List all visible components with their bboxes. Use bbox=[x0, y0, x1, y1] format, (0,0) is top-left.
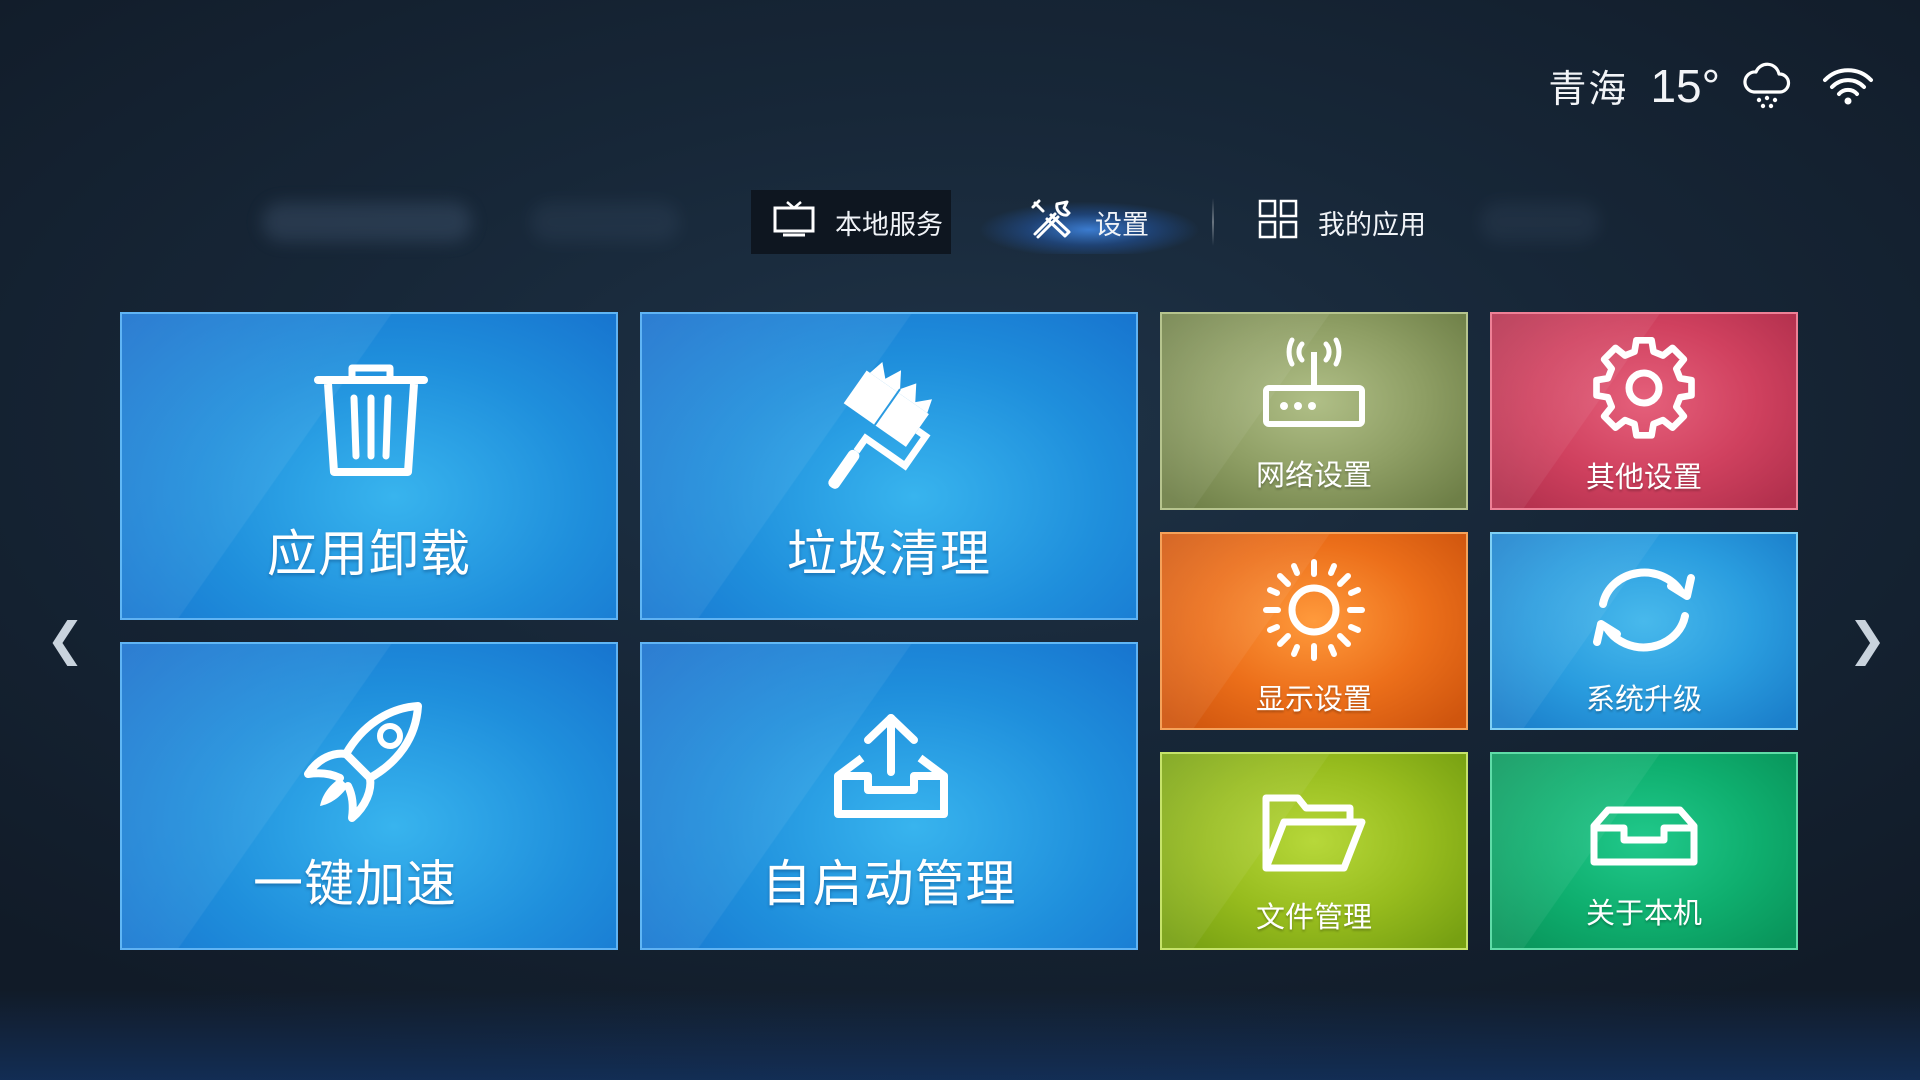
upload-tray-icon bbox=[832, 710, 950, 824]
tile-network-settings[interactable]: 网络设置 bbox=[1160, 312, 1468, 510]
tile-other-settings[interactable]: 其他设置 bbox=[1490, 312, 1798, 510]
page-left-arrow[interactable]: ❮ bbox=[46, 612, 85, 666]
top-nav: 本地服务 设置 我的应用 bbox=[0, 190, 1920, 260]
tile-other-label: 其他设置 bbox=[1585, 460, 1702, 494]
nav-ghost-left-2 bbox=[530, 202, 680, 242]
wifi-icon bbox=[1822, 66, 1874, 106]
tab-local-services[interactable]: 本地服务 bbox=[751, 190, 951, 254]
nav-ghost-right bbox=[1480, 202, 1600, 242]
page-right-arrow[interactable]: ❯ bbox=[1848, 612, 1887, 666]
tile-file-manager[interactable]: 文件管理 bbox=[1160, 752, 1468, 950]
tile-network-label: 网络设置 bbox=[1255, 458, 1372, 492]
tab-settings-label: 设置 bbox=[1095, 209, 1149, 241]
nav-divider bbox=[1212, 198, 1214, 246]
gear-icon bbox=[1492, 336, 1796, 440]
sun-icon bbox=[1162, 558, 1466, 662]
refresh-icon bbox=[1492, 562, 1796, 658]
city-label: 青海 bbox=[1548, 67, 1629, 111]
tile-one-key-boost-label: 一键加速 bbox=[253, 855, 457, 913]
folder-icon bbox=[1162, 792, 1466, 874]
tab-local-label: 本地服务 bbox=[835, 209, 943, 241]
tile-system-upgrade[interactable]: 系统升级 bbox=[1490, 532, 1798, 730]
tile-one-key-boost[interactable]: 一键加速 bbox=[120, 642, 618, 950]
tile-display-settings[interactable]: 显示设置 bbox=[1160, 532, 1468, 730]
status-bar: 青海 15° bbox=[1548, 58, 1874, 113]
tile-app-uninstall[interactable]: 应用卸载 bbox=[120, 312, 618, 620]
nav-ghost-left bbox=[262, 202, 472, 242]
tile-autostart-manage-label: 自启动管理 bbox=[761, 855, 1017, 913]
temperature-label: 15° bbox=[1650, 59, 1720, 112]
tab-my-apps[interactable]: 我的应用 bbox=[1258, 190, 1458, 254]
tile-app-uninstall-label: 应用卸载 bbox=[267, 525, 471, 583]
tile-display-label: 显示设置 bbox=[1255, 682, 1372, 716]
tab-settings[interactable]: 设置 bbox=[974, 190, 1204, 254]
tv-icon bbox=[773, 200, 815, 244]
tile-about-device[interactable]: 关于本机 bbox=[1490, 752, 1798, 950]
rocket-icon bbox=[300, 702, 440, 836]
inbox-icon bbox=[1492, 806, 1796, 870]
trash-icon bbox=[314, 362, 428, 484]
tile-autostart-manage[interactable]: 自启动管理 bbox=[640, 642, 1138, 950]
tile-about-label: 关于本机 bbox=[1585, 896, 1702, 930]
router-icon bbox=[1162, 334, 1466, 430]
paint-roller-icon bbox=[824, 362, 958, 506]
snow-cloud-icon bbox=[1742, 62, 1792, 110]
tab-apps-label: 我的应用 bbox=[1318, 209, 1426, 241]
tile-files-label: 文件管理 bbox=[1255, 900, 1372, 934]
tile-junk-clean[interactable]: 垃圾清理 bbox=[640, 312, 1138, 620]
tile-upgrade-label: 系统升级 bbox=[1585, 682, 1702, 716]
tools-icon bbox=[1029, 198, 1075, 247]
grid-icon bbox=[1258, 199, 1298, 246]
tile-junk-clean-label: 垃圾清理 bbox=[787, 525, 991, 583]
bottom-glow bbox=[0, 990, 1920, 1080]
